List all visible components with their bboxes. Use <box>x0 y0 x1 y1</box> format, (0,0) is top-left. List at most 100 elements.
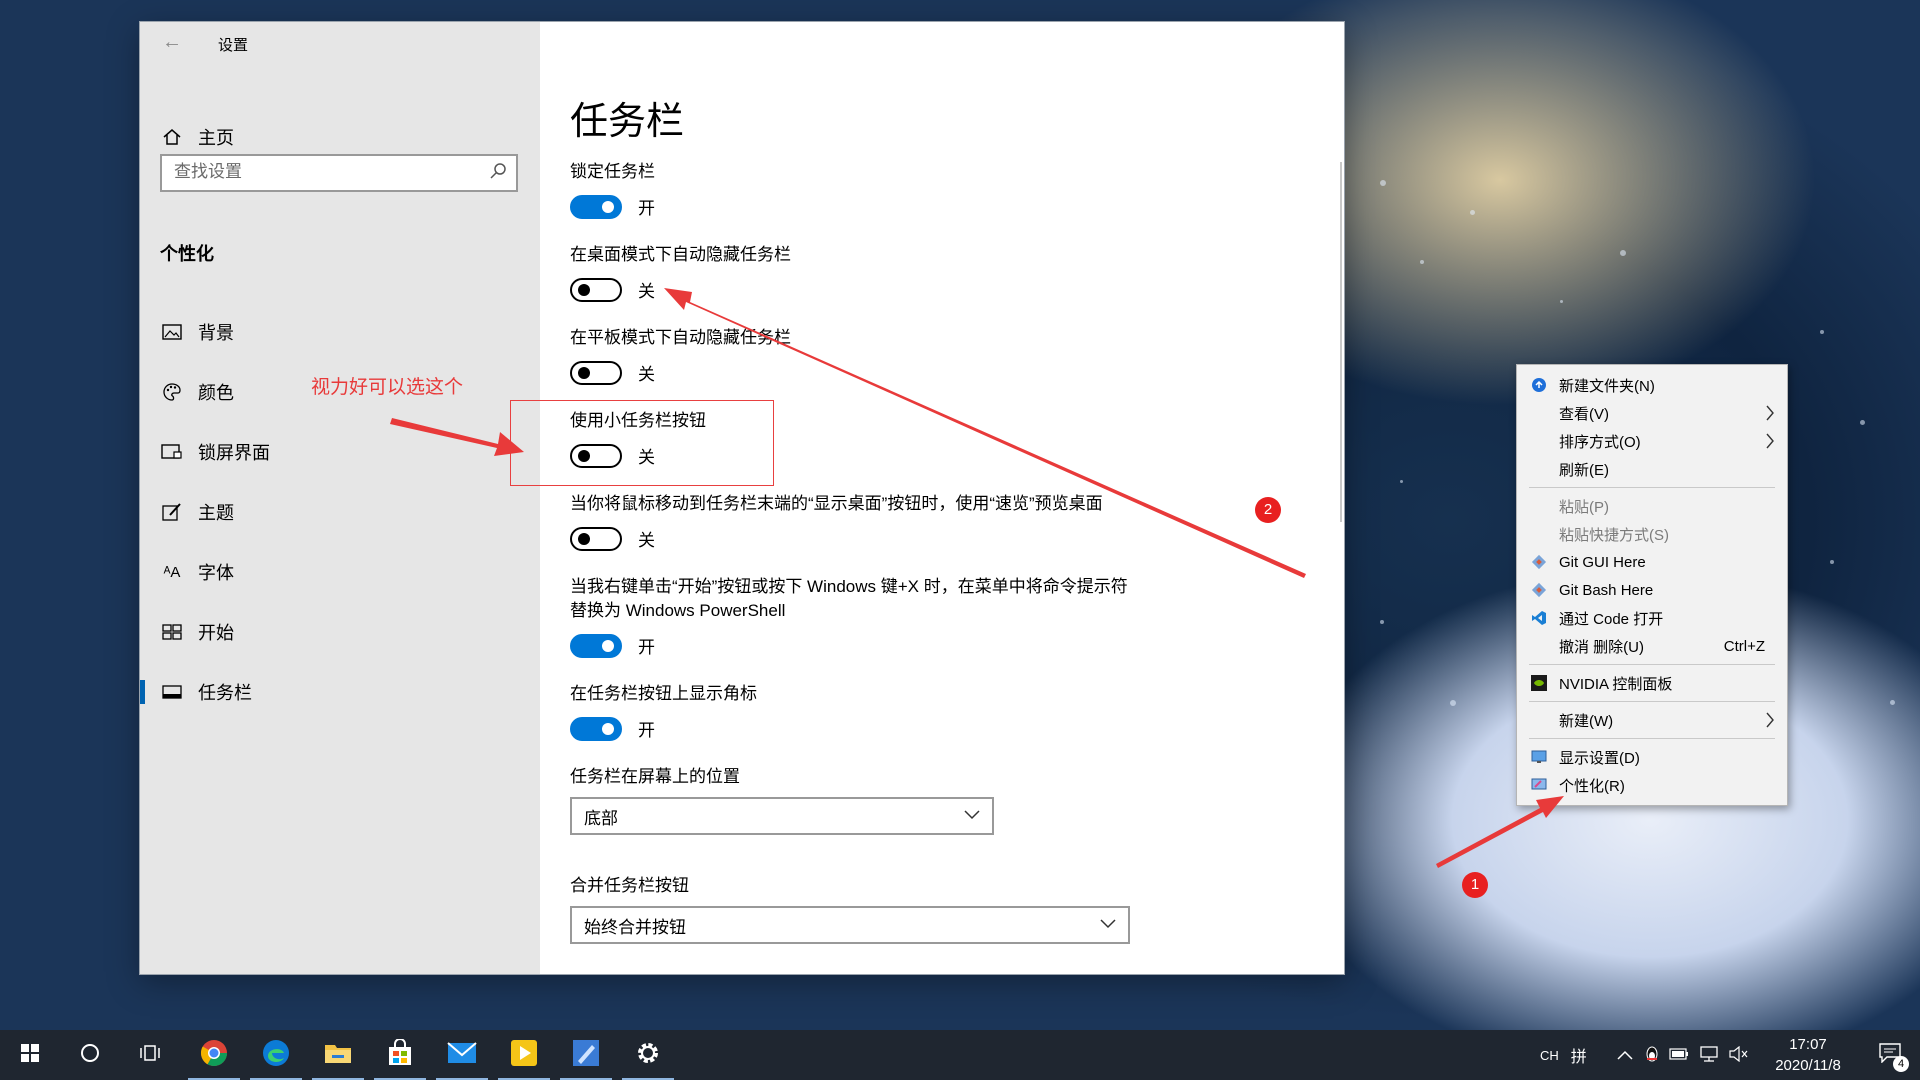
menu-item-display-settings[interactable]: 显示设置(D) <box>1517 743 1787 771</box>
menu-item-label: 刷新(E) <box>1559 461 1609 479</box>
taskbar-app-mail[interactable] <box>432 1030 492 1080</box>
taskbar-app-chrome[interactable] <box>184 1030 244 1080</box>
clock[interactable]: 17:07 2020/11/8 <box>1754 1034 1862 1076</box>
network-icon[interactable] <box>1699 1045 1719 1065</box>
sidebar-item-background[interactable]: 背景 <box>140 302 540 362</box>
setting-label: 在任务栏按钮上显示角标 <box>570 684 757 703</box>
setting-label: 合并任务栏按钮 <box>570 876 689 895</box>
sidebar-item-label: 主题 <box>198 503 234 523</box>
annotation-badge-1: 1 <box>1462 872 1488 898</box>
chevron-up-icon[interactable] <box>1617 1047 1633 1063</box>
taskbar-app-store[interactable] <box>370 1030 430 1080</box>
menu-item-paste: 粘贴(P) <box>1517 492 1787 520</box>
menu-item-personalize[interactable]: 个性化(R) <box>1517 771 1787 799</box>
menu-item-label: 显示设置(D) <box>1559 749 1640 767</box>
qq-penguin-icon[interactable] <box>1645 1045 1659 1066</box>
setting-label: 锁定任务栏 <box>570 162 655 181</box>
lock-taskbar-toggle[interactable] <box>570 194 622 219</box>
toggle-state-label: 开 <box>638 721 655 740</box>
setting-autohide-tablet: 在平板模式下自动隐藏任务栏 关 <box>570 326 1130 385</box>
chevron-down-icon <box>1100 916 1116 934</box>
paint-icon <box>572 1039 600 1072</box>
taskbar-app-settings[interactable] <box>618 1030 678 1080</box>
nvidia-icon <box>1531 675 1547 691</box>
sidebar-item-start[interactable]: 开始 <box>140 602 540 662</box>
settings-sidebar: 主页 个性化 背景 颜色 <box>140 22 540 974</box>
font-icon: ᴬA <box>163 563 181 581</box>
menu-item-open-code[interactable]: 通过 Code 打开 <box>1517 604 1787 632</box>
search-input[interactable] <box>174 156 474 188</box>
sidebar-item-themes[interactable]: 主题 <box>140 482 540 542</box>
menu-item-git-gui[interactable]: Git GUI Here <box>1517 548 1787 576</box>
menu-item-label: 个性化(R) <box>1559 777 1625 795</box>
chevron-right-icon <box>1765 405 1775 425</box>
menu-item-label: Git GUI Here <box>1559 553 1646 571</box>
taskbar-app-explorer[interactable] <box>308 1030 368 1080</box>
potplayer-icon <box>510 1039 538 1072</box>
action-center-button[interactable]: 4 <box>1860 1030 1920 1080</box>
taskbar-app-edge[interactable] <box>246 1030 306 1080</box>
menu-item-new[interactable]: 新建(W) <box>1517 706 1787 734</box>
peek-toggle[interactable] <box>570 526 622 551</box>
combine-dropdown[interactable]: 始终合并按钮 <box>570 906 1130 944</box>
taskbar-app-paint[interactable] <box>556 1030 616 1080</box>
sidebar-item-label: 背景 <box>198 323 234 343</box>
settings-gear-icon <box>635 1040 661 1071</box>
toggle-state-label: 关 <box>638 531 655 550</box>
menu-item-refresh[interactable]: 刷新(E) <box>1517 455 1787 483</box>
menu-item-view[interactable]: 查看(V) <box>1517 399 1787 427</box>
position-dropdown[interactable]: 底部 <box>570 797 994 835</box>
sidebar-item-taskbar[interactable]: 任务栏 <box>140 662 540 722</box>
ime-language[interactable]: CH <box>1540 1048 1559 1063</box>
sidebar-item-label: 锁屏界面 <box>198 443 270 463</box>
cortana-button[interactable] <box>60 1030 120 1080</box>
start-grid-icon <box>160 620 184 644</box>
setting-lock-taskbar: 锁定任务栏 开 <box>570 160 1130 219</box>
new-folder-icon <box>1531 377 1547 393</box>
image-icon <box>160 320 184 344</box>
menu-item-undo-delete[interactable]: 撤消 删除(U) Ctrl+Z <box>1517 632 1787 660</box>
volume-muted-icon[interactable] <box>1729 1045 1749 1065</box>
setting-position: 任务栏在屏幕上的位置 底部 <box>570 765 1130 835</box>
powershell-toggle[interactable] <box>570 633 622 658</box>
setting-peek: 当你将鼠标移动到任务栏末端的“显示桌面”按钮时，使用“速览”预览桌面 关 <box>570 492 1130 551</box>
setting-combine: 合并任务栏按钮 始终合并按钮 <box>570 874 1130 944</box>
menu-item-git-bash[interactable]: Git Bash Here <box>1517 576 1787 604</box>
sidebar-item-home[interactable]: 主页 <box>160 122 520 152</box>
chevron-right-icon <box>1765 712 1775 732</box>
desktop-context-menu: 新建文件夹(N) 查看(V) 排序方式(O) 刷新(E) 粘贴(P) 粘贴快捷方… <box>1516 364 1788 806</box>
badges-toggle[interactable] <box>570 716 622 741</box>
section-heading: 个性化 <box>160 244 214 264</box>
chrome-icon <box>200 1039 228 1072</box>
search-icon[interactable] <box>488 162 508 187</box>
start-button[interactable] <box>0 1030 60 1080</box>
task-view-button[interactable] <box>120 1030 180 1080</box>
git-icon <box>1531 554 1547 570</box>
taskbar-app-potplayer[interactable] <box>494 1030 554 1080</box>
theme-brush-icon <box>160 500 184 524</box>
autohide-tablet-toggle[interactable] <box>570 360 622 385</box>
dropdown-value: 底部 <box>584 808 618 828</box>
menu-item-label: 新建文件夹(N) <box>1559 377 1655 395</box>
menu-item-new-folder[interactable]: 新建文件夹(N) <box>1517 371 1787 399</box>
sidebar-item-fonts[interactable]: ᴬA 字体 <box>140 542 540 602</box>
start-icon <box>20 1043 40 1068</box>
scrollbar[interactable] <box>1340 162 1342 522</box>
home-label: 主页 <box>198 128 234 148</box>
edge-icon <box>262 1039 290 1072</box>
back-button[interactable]: ← <box>160 32 184 52</box>
taskbar-icon <box>160 680 184 704</box>
setting-badges: 在任务栏按钮上显示角标 开 <box>570 682 1130 741</box>
ime-mode[interactable]: 拼 <box>1571 1043 1587 1067</box>
sidebar-nav: 背景 颜色 锁屏界面 主题 ᴬA 字体 开始 任务栏 <box>140 302 540 722</box>
autohide-desktop-toggle[interactable] <box>570 277 622 302</box>
menu-separator <box>1529 701 1775 702</box>
menu-item-sort[interactable]: 排序方式(O) <box>1517 427 1787 455</box>
chevron-down-icon <box>964 807 980 825</box>
sidebar-item-lock-screen[interactable]: 锁屏界面 <box>140 422 540 482</box>
shortcut-label: Ctrl+Z <box>1723 637 1765 655</box>
menu-item-nvidia[interactable]: NVIDIA 控制面板 <box>1517 669 1787 697</box>
menu-item-label: 通过 Code 打开 <box>1559 610 1664 628</box>
cortana-icon <box>79 1042 101 1069</box>
battery-icon[interactable] <box>1669 1047 1689 1063</box>
